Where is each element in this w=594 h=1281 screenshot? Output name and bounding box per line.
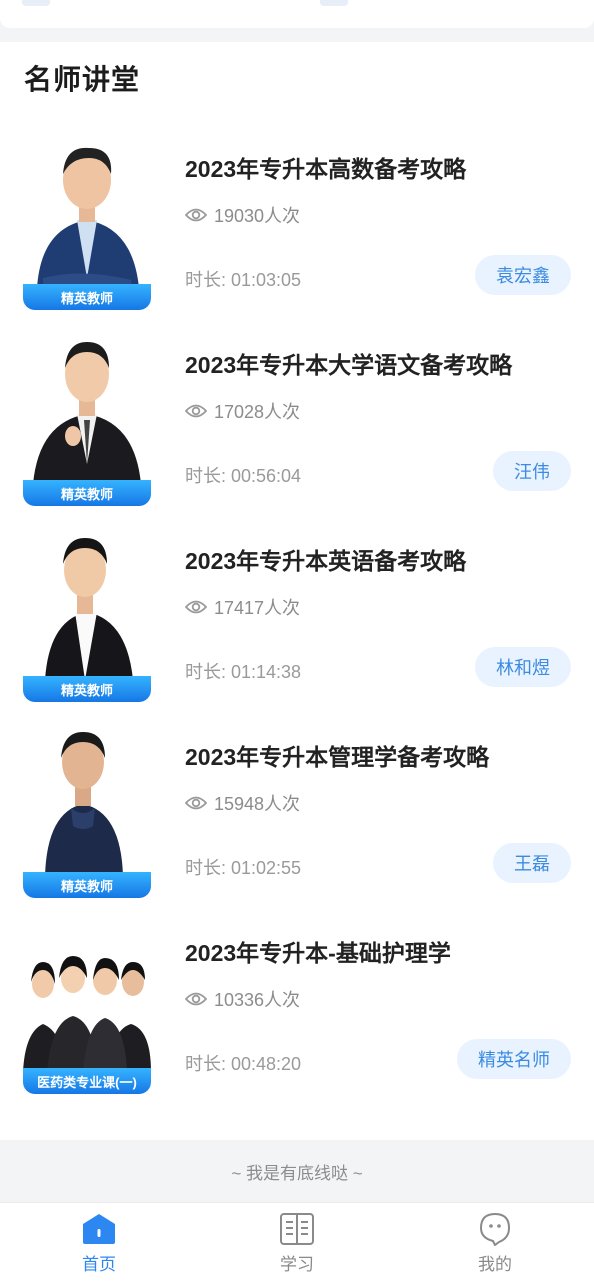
bottom-tab-bar: 首页 学习 我的	[0, 1202, 594, 1281]
teacher-button[interactable]: 王磊	[493, 843, 571, 883]
view-count-text: 19030人次	[214, 206, 301, 226]
tab-label: 我的	[478, 1255, 512, 1274]
view-count-text: 10336人次	[214, 990, 301, 1010]
course-card[interactable]: 医药类专业课(一) 2023年专升本-基础护理学 10336人次 时长: 00:…	[0, 912, 594, 1102]
view-count: 15948人次	[185, 790, 300, 816]
teacher-badge: 医药类专业课(一)	[23, 1068, 151, 1094]
course-title[interactable]: 2023年专升本英语备考攻略	[185, 542, 466, 576]
tab-study[interactable]: 学习	[198, 1203, 396, 1281]
tab-label: 首页	[82, 1255, 116, 1274]
teacher-button[interactable]: 精英名师	[457, 1039, 571, 1079]
course-card[interactable]: 精英教师 2023年专升本高数备考攻略 19030人次 时长: 01:03:05…	[0, 128, 594, 318]
view-count: 17417人次	[185, 594, 300, 620]
teacher-photo: 精英教师	[23, 324, 151, 506]
view-count: 10336人次	[185, 986, 300, 1012]
course-card[interactable]: 精英教师 2023年专升本管理学备考攻略 15948人次 时长: 01:02:5…	[0, 716, 594, 906]
teacher-badge: 精英教师	[23, 480, 151, 506]
eye-icon	[185, 992, 207, 1006]
section-title: 名师讲堂	[24, 64, 141, 95]
end-of-list-text: ~ 我是有底线哒 ~	[0, 1140, 594, 1202]
course-title[interactable]: 2023年专升本-基础护理学	[185, 934, 451, 968]
teacher-button[interactable]: 袁宏鑫	[475, 255, 571, 295]
duration: 时长: 01:14:38	[185, 662, 302, 682]
duration: 时长: 00:56:04	[185, 466, 302, 486]
duration: 时长: 01:02:55	[185, 858, 302, 878]
top-card-edge	[22, 0, 50, 6]
eye-icon	[185, 600, 207, 614]
home-icon	[83, 1214, 115, 1244]
course-title[interactable]: 2023年专升本管理学备考攻略	[185, 738, 489, 772]
teacher-badge: 精英教师	[23, 284, 151, 310]
profile-icon	[479, 1212, 511, 1246]
teacher-photo: 精英教师	[23, 716, 151, 898]
teacher-badge: 精英教师	[23, 872, 151, 898]
view-count: 19030人次	[185, 202, 300, 228]
teacher-photo: 医药类专业课(一)	[23, 912, 151, 1094]
duration: 时长: 00:48:20	[185, 1054, 302, 1074]
book-icon	[280, 1213, 314, 1245]
course-card[interactable]: 精英教师 2023年专升本英语备考攻略 17417人次 时长: 01:14:38…	[0, 520, 594, 710]
view-count: 17028人次	[185, 398, 300, 424]
eye-icon	[185, 796, 207, 810]
course-title[interactable]: 2023年专升本高数备考攻略	[185, 150, 466, 184]
teacher-button[interactable]: 林和煜	[475, 647, 571, 687]
teacher-photo: 精英教师	[23, 520, 151, 702]
teacher-button[interactable]: 汪伟	[493, 451, 571, 491]
view-count-text: 15948人次	[214, 794, 301, 814]
eye-icon	[185, 404, 207, 418]
view-count-text: 17417人次	[214, 598, 301, 618]
top-card	[0, 0, 594, 28]
teacher-photo: 精英教师	[23, 128, 151, 310]
view-count-text: 17028人次	[214, 402, 301, 422]
tab-home[interactable]: 首页	[0, 1203, 198, 1281]
eye-icon	[185, 208, 207, 222]
tab-profile[interactable]: 我的	[396, 1203, 594, 1281]
course-card[interactable]: 精英教师 2023年专升本大学语文备考攻略 17028人次 时长: 00:56:…	[0, 324, 594, 514]
tab-label: 学习	[280, 1255, 314, 1274]
teacher-badge: 精英教师	[23, 676, 151, 702]
top-card-edge	[320, 0, 348, 6]
course-title[interactable]: 2023年专升本大学语文备考攻略	[185, 346, 512, 380]
duration: 时长: 01:03:05	[185, 270, 302, 290]
